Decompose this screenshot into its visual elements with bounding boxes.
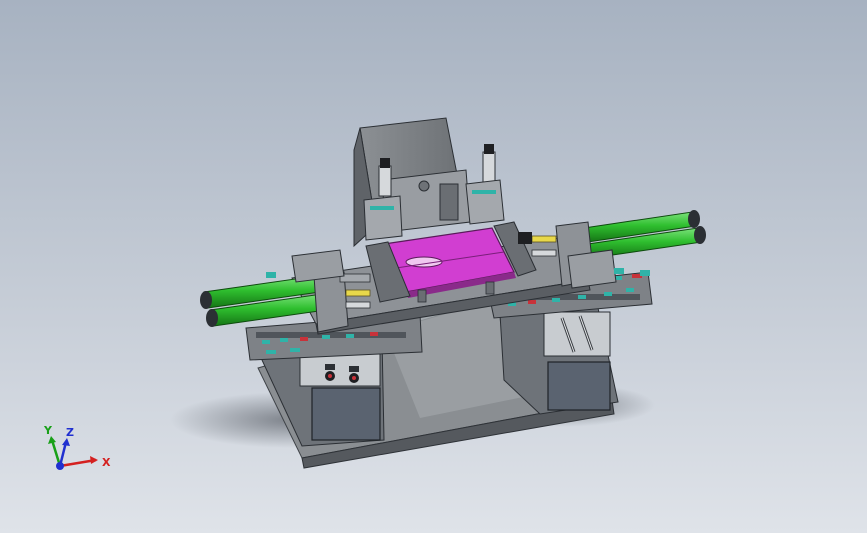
left-clamp-block (363, 195, 403, 241)
cad-viewport[interactable]: X Y Z (0, 0, 867, 533)
z-axis-label: Z (66, 426, 74, 439)
y-axis-line (50, 439, 62, 467)
left-vertical-cylinder (378, 158, 392, 197)
left-support-block (291, 249, 345, 283)
right-vertical-cylinder (482, 144, 496, 185)
y-axis-label: Y (43, 424, 53, 437)
right-cabinet-panel (543, 311, 611, 357)
right-clamp-block (465, 179, 505, 225)
x-axis-arrow-icon (90, 456, 98, 464)
y-axis-arrow-icon (48, 436, 56, 444)
axis-origin-icon (56, 462, 64, 470)
z-axis-arrow-icon (62, 438, 70, 446)
left-cabinet-window (311, 387, 381, 441)
x-axis-label: X (102, 456, 111, 469)
x-axis-line (59, 458, 97, 468)
press-head-bolt (418, 180, 430, 192)
assembly-model[interactable] (0, 0, 867, 533)
press-guide (439, 183, 459, 221)
right-cabinet-window (547, 361, 611, 411)
right-support-block (567, 249, 617, 289)
coordinate-triad: X Y Z (43, 424, 111, 470)
